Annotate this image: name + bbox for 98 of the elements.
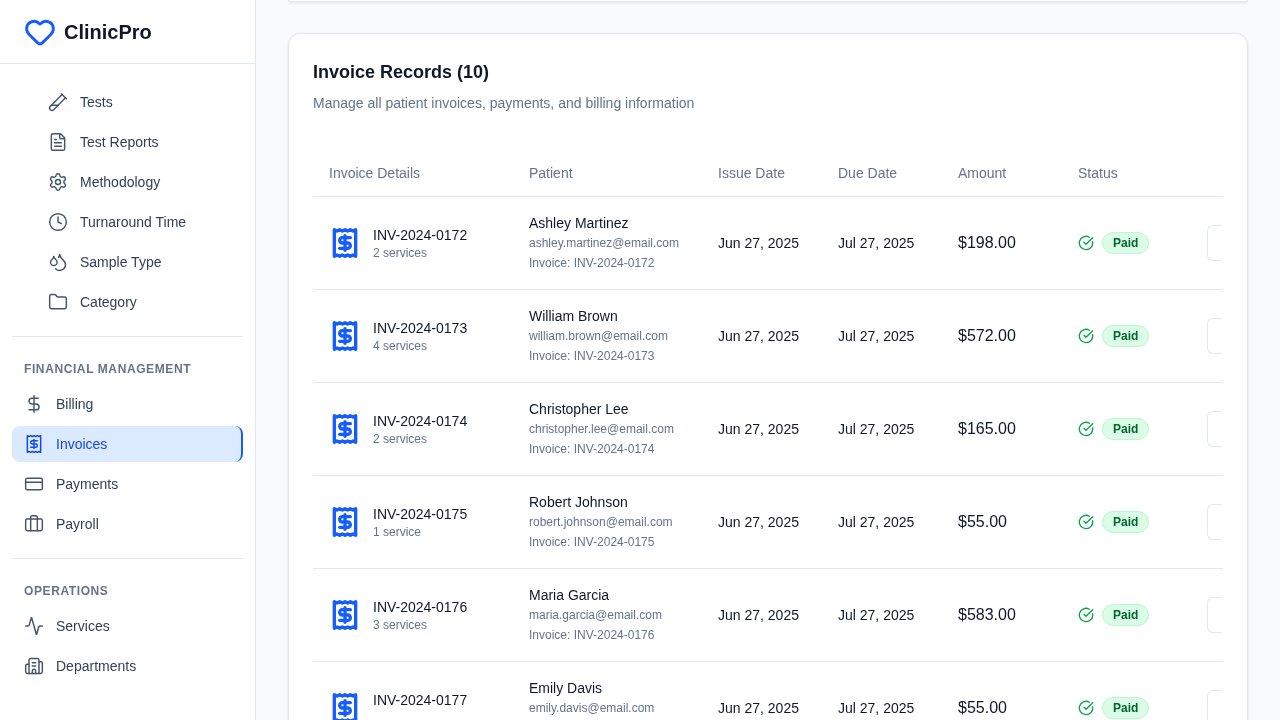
patient-email: robert.johnson@email.com bbox=[529, 514, 674, 531]
brand-name: ClinicPro bbox=[64, 19, 152, 45]
sidebar-item[interactable]: Category bbox=[12, 284, 243, 320]
column-header: Invoice Details bbox=[328, 163, 422, 183]
issue-date: Jun 27, 2025 bbox=[718, 607, 799, 623]
patient-name: Christopher Lee bbox=[529, 400, 630, 419]
card-subtitle: Manage all patient invoices, payments, and billing information bbox=[313, 94, 696, 113]
service-count: 2 services bbox=[373, 431, 429, 447]
invoice-number: INV-2024-0172 bbox=[373, 226, 468, 245]
amount: $572.00 bbox=[958, 327, 1016, 344]
invoice-number: INV-2024-0173 bbox=[373, 319, 468, 338]
action-button[interactable] bbox=[1207, 504, 1222, 540]
issue-date: Jun 27, 2025 bbox=[718, 700, 799, 716]
sidebar-item[interactable]: Billing bbox=[12, 386, 243, 422]
clock-icon bbox=[48, 212, 68, 232]
action-button[interactable] bbox=[1207, 597, 1222, 633]
patient-email: emily.davis@email.com bbox=[529, 700, 656, 717]
service-count: 1 service bbox=[373, 524, 423, 540]
due-date: Jul 27, 2025 bbox=[838, 421, 915, 437]
droplets-icon bbox=[48, 252, 68, 272]
amount: $165.00 bbox=[958, 420, 1016, 437]
check-circle-icon bbox=[1078, 421, 1094, 437]
invoice-reference: Invoice: INV-2024-0176 bbox=[529, 627, 656, 644]
due-date: Jul 27, 2025 bbox=[838, 514, 915, 530]
status-badge: Paid bbox=[1102, 604, 1150, 626]
patient-name: Maria Garcia bbox=[529, 586, 611, 605]
column-header: Status bbox=[1077, 163, 1119, 183]
patient-email: william.brown@email.com bbox=[529, 328, 669, 345]
sidebar-item[interactable]: Services bbox=[12, 608, 243, 644]
invoice-number: INV-2024-0176 bbox=[373, 598, 468, 617]
issue-date: Jun 27, 2025 bbox=[718, 328, 799, 344]
patient-email: maria.garcia@email.com bbox=[529, 607, 663, 624]
invoice-reference: Invoice: INV-2024-0172 bbox=[529, 255, 656, 272]
invoice-reference: Invoice: INV-2024-0175 bbox=[529, 534, 656, 551]
issue-date: Jun 27, 2025 bbox=[718, 421, 799, 437]
folder-icon bbox=[48, 292, 68, 312]
status-badge: Paid bbox=[1102, 325, 1150, 347]
credit-card-icon bbox=[24, 474, 44, 494]
action-button[interactable] bbox=[1207, 411, 1222, 447]
patient-email: ashley.martinez@email.com bbox=[529, 235, 680, 252]
section-heading: OPERATIONS bbox=[23, 583, 110, 599]
column-header: Due Date bbox=[837, 163, 899, 183]
sidebar-item[interactable]: Invoices bbox=[12, 426, 243, 462]
briefcase-icon bbox=[24, 514, 44, 534]
invoice-reference: Invoice: INV-2024-0173 bbox=[529, 348, 656, 365]
sidebar-item[interactable]: Payroll bbox=[12, 506, 243, 542]
action-button[interactable] bbox=[1207, 225, 1222, 261]
sidebar-item[interactable]: Test Reports bbox=[12, 124, 243, 160]
check-circle-icon bbox=[1078, 235, 1094, 251]
sidebar-item[interactable]: Sample Type bbox=[12, 244, 243, 280]
status-badge: Paid bbox=[1102, 418, 1150, 440]
sidebar-item[interactable]: Departments bbox=[12, 648, 243, 684]
patient-name: Ashley Martinez bbox=[529, 214, 630, 233]
due-date: Jul 27, 2025 bbox=[838, 235, 915, 251]
column-header: Patient bbox=[528, 163, 574, 183]
sidebar-item[interactable]: Payments bbox=[12, 466, 243, 502]
service-count: 3 services bbox=[373, 617, 429, 633]
invoice-number: INV-2024-0175 bbox=[373, 505, 468, 524]
patient-name: Robert Johnson bbox=[529, 493, 629, 512]
patient-name: Emily Davis bbox=[529, 679, 604, 698]
invoice-number: INV-2024-0174 bbox=[373, 412, 468, 431]
check-circle-icon bbox=[1078, 328, 1094, 344]
amount: $55.00 bbox=[958, 699, 1007, 716]
service-count: 4 services bbox=[373, 338, 429, 354]
sidebar-item[interactable]: Tests bbox=[12, 84, 243, 120]
check-circle-icon bbox=[1078, 607, 1094, 623]
activity-icon bbox=[24, 616, 44, 636]
invoice-reference: Invoice: INV-2024-0174 bbox=[529, 441, 656, 458]
patient-email: christopher.lee@email.com bbox=[529, 421, 675, 438]
test-tube-icon bbox=[48, 92, 68, 112]
card-title: Invoice Records (10) bbox=[313, 61, 491, 84]
check-circle-icon bbox=[1078, 514, 1094, 530]
section-heading: FINANCIAL MANAGEMENT bbox=[23, 361, 193, 377]
due-date: Jul 27, 2025 bbox=[838, 607, 915, 623]
service-count: 2 services bbox=[373, 245, 429, 261]
due-date: Jul 27, 2025 bbox=[838, 700, 915, 716]
receipt-icon bbox=[24, 434, 44, 454]
patient-name: William Brown bbox=[529, 307, 619, 326]
invoice-number: INV-2024-0177 bbox=[373, 691, 468, 710]
sidebar-item[interactable]: Methodology bbox=[12, 164, 243, 200]
status-badge: Paid bbox=[1102, 697, 1150, 719]
issue-date: Jun 27, 2025 bbox=[718, 514, 799, 530]
action-button[interactable] bbox=[1207, 318, 1222, 354]
amount: $583.00 bbox=[958, 606, 1016, 623]
issue-date: Jun 27, 2025 bbox=[718, 235, 799, 251]
status-badge: Paid bbox=[1102, 232, 1150, 254]
sidebar-item[interactable]: Turnaround Time bbox=[12, 204, 243, 240]
column-header: Issue Date bbox=[717, 163, 786, 183]
amount: $55.00 bbox=[958, 513, 1007, 530]
column-header: Amount bbox=[957, 163, 1008, 183]
amount: $198.00 bbox=[958, 234, 1016, 251]
action-button[interactable] bbox=[1207, 690, 1222, 720]
check-circle-icon bbox=[1078, 700, 1094, 716]
settings-icon bbox=[48, 172, 68, 192]
status-badge: Paid bbox=[1102, 511, 1150, 533]
building-icon bbox=[24, 656, 44, 676]
document-icon bbox=[48, 132, 68, 152]
due-date: Jul 27, 2025 bbox=[838, 328, 915, 344]
